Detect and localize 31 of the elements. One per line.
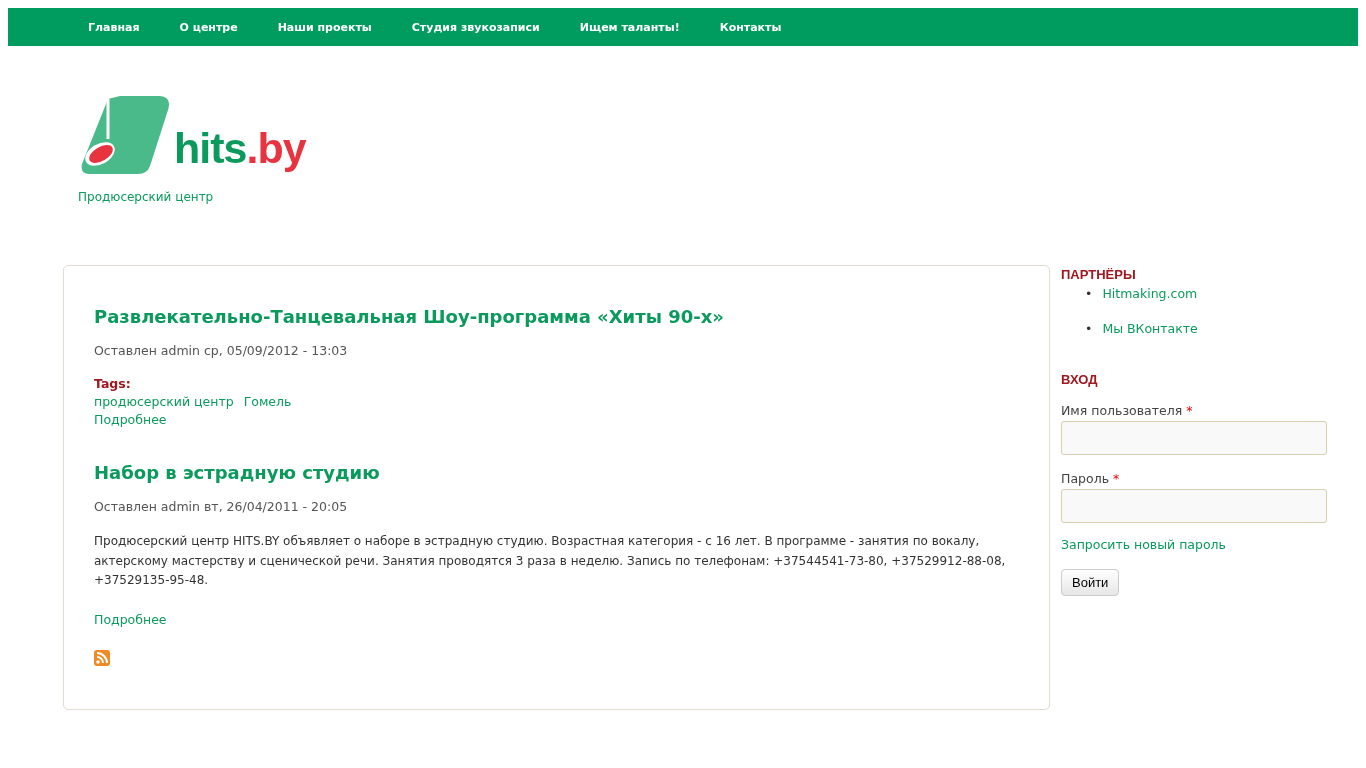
nav-link[interactable]: Контакты — [699, 20, 802, 34]
field-label: Пароль * — [1061, 471, 1121, 486]
partner-link[interactable]: Hitmaking.com — [1102, 286, 1198, 301]
post-title[interactable]: Набор в эстрадную студию — [94, 462, 1019, 483]
bullet: • — [1085, 286, 1093, 301]
block-title: ВХОД — [1061, 371, 1099, 387]
login-button[interactable]: Войти — [1061, 569, 1120, 596]
read-more-link[interactable]: Подробнее — [94, 412, 167, 427]
logo-text[interactable]: hits.by — [174, 127, 306, 170]
nav-link[interactable]: О центре — [159, 20, 258, 34]
tag-link[interactable]: продюсерский центр — [94, 394, 234, 409]
field-label: Имя пользователя * — [1061, 403, 1194, 418]
read-more-link[interactable]: Подробнее — [94, 611, 167, 627]
post-meta: Оставлен admin вт, 26/04/2011 - 20:05 — [94, 499, 349, 514]
input-field[interactable] — [1061, 489, 1327, 523]
partner-link[interactable]: Мы ВКонтакте — [1102, 321, 1198, 336]
bullet: • — [1085, 321, 1093, 336]
tag-link[interactable]: Гомель — [243, 394, 292, 409]
nav-link[interactable]: Наши проекты — [257, 20, 392, 34]
post-meta: Оставлен admin ср, 05/09/2012 - 13:03 — [94, 343, 349, 358]
nav-link[interactable]: Студия звукозаписи — [391, 20, 560, 34]
input-field[interactable] — [1061, 421, 1327, 455]
rss-icon[interactable] — [94, 649, 110, 666]
block-title: ПАРТНЁРЫ — [1061, 266, 1137, 282]
nav-link[interactable]: Главная — [68, 20, 160, 34]
nav-link[interactable]: Ищем таланты! — [559, 20, 700, 34]
post-body: Продюсерский центр HITS.BY объявляет о наборе в эстрадную студию. Возрастная категория - с 16 лет. В программе - занятия по вокалу, актерскому мастерству и сценической речи. Занятия проводятся 3 раза в неделю. Запись по телефонам: +37544541-73-80, +37529912-88-08, +37529135-95-48. — [94, 533, 1007, 589]
reset-password-link[interactable]: Запросить новый пароль — [1061, 537, 1226, 552]
tags-label: Tags: — [94, 376, 132, 391]
site-slogan: Продюсерский центр — [78, 190, 214, 204]
post-title[interactable]: Развлекательно-Танцевальная Шоу-программа «Хиты 90-х» — [94, 306, 1019, 327]
